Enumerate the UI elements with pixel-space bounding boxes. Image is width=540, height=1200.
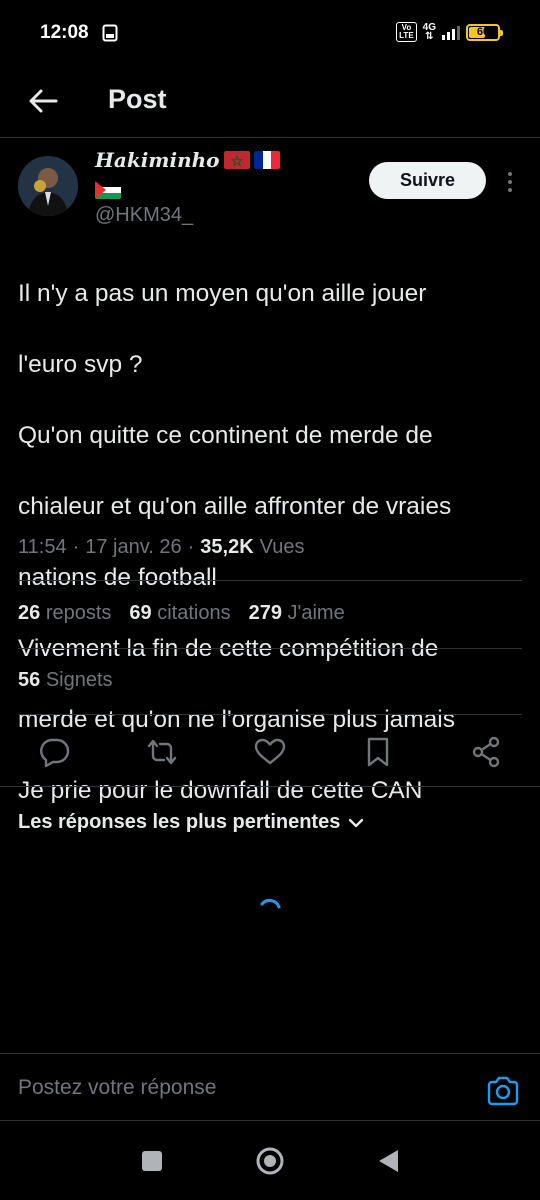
chevron-down-icon	[349, 818, 364, 827]
tweet-line: Il n'y a pas un moyen qu'on aille jouer	[18, 279, 427, 307]
share-icon[interactable]	[469, 736, 503, 768]
volte-icon: Vo LTE	[396, 22, 417, 42]
quotes-label: citations	[157, 602, 231, 624]
system-navigation-bar	[0, 1122, 540, 1200]
back-triangle-icon[interactable]	[374, 1146, 404, 1176]
status-time: 12:08	[40, 22, 89, 43]
battery-icon: 60	[466, 23, 503, 41]
page-title: Post	[108, 84, 167, 114]
follow-button[interactable]: Suivre	[369, 162, 486, 199]
camera-icon[interactable]	[486, 1076, 520, 1106]
engagement-stats: 26 reposts 69 citations 279 J'aime	[18, 602, 345, 625]
recents-square-icon[interactable]	[137, 1146, 167, 1176]
reply-icon[interactable]	[37, 736, 71, 768]
quotes-stat[interactable]: 69 citations	[129, 602, 230, 625]
battery-percent: 60	[476, 26, 490, 38]
reply-composer	[0, 1053, 540, 1121]
reply-input[interactable]	[18, 1068, 458, 1108]
tweet-line: l'euro svp ?	[18, 350, 143, 378]
replies-sort-label: Les réponses les plus pertinentes	[18, 811, 341, 833]
tweet-views-label: Vues	[259, 536, 305, 558]
bookmarks-label: Signets	[45, 669, 113, 691]
more-options-icon[interactable]	[500, 168, 520, 196]
separator-dot: ·	[187, 536, 195, 558]
status-bar: 12:08 Vo LTE 4G ⇅ 60	[0, 0, 540, 66]
likes-stat[interactable]: 279 J'aime	[249, 602, 345, 625]
action-bar	[0, 716, 540, 786]
arrow-left-icon[interactable]	[26, 84, 60, 118]
divider	[18, 714, 522, 715]
signal-icon	[442, 24, 460, 40]
divider	[0, 786, 540, 787]
reposts-count: 26	[18, 602, 41, 624]
network-type-icon: 4G ⇅	[422, 22, 436, 42]
screenshot-notification-icon	[102, 24, 118, 42]
tweet-date: 17 janv. 26	[85, 536, 182, 558]
quotes-count: 69	[129, 602, 152, 624]
repost-icon[interactable]	[145, 736, 179, 768]
bookmark-icon[interactable]	[361, 736, 395, 768]
tweet-time: 11:54	[18, 536, 67, 558]
loading-spinner-icon	[260, 899, 281, 909]
tweet-line: nations de football	[18, 563, 217, 591]
france-flag-icon	[253, 151, 280, 169]
top-app-bar: Post	[0, 66, 540, 138]
divider	[18, 648, 522, 649]
morocco-flag-icon	[223, 151, 250, 169]
avatar[interactable]	[18, 156, 78, 216]
reposts-label: reposts	[45, 602, 112, 624]
tweet-meta: 11:54 · 17 janv. 26 · 35,2K Vues	[18, 536, 305, 559]
tweet-line: Qu'on quitte ce continent de merde de	[18, 421, 433, 449]
bookmarks-stat[interactable]: 56 Signets	[18, 669, 113, 692]
author-handle[interactable]: @HKM34_	[95, 204, 193, 227]
reposts-stat[interactable]: 26 reposts	[18, 602, 111, 625]
tweet-line: chialeur et qu'on aille affronter de vra…	[18, 492, 452, 520]
likes-label: J'aime	[287, 602, 345, 624]
tweet-views-count: 35,2K	[200, 536, 254, 558]
author-display-name[interactable]: Hakiminho	[95, 148, 220, 172]
likes-count: 279	[248, 602, 282, 624]
author-name-row: Hakiminho	[95, 148, 280, 172]
separator-dot: ·	[72, 536, 80, 558]
status-indicators: Vo LTE 4G ⇅ 60	[396, 22, 503, 42]
palestine-flag-icon	[95, 181, 121, 199]
replies-sort-dropdown[interactable]: Les réponses les plus pertinentes	[18, 811, 364, 834]
bookmarks-count: 56	[18, 669, 41, 691]
divider	[18, 580, 522, 581]
like-icon[interactable]	[253, 736, 287, 768]
home-circle-icon[interactable]	[255, 1146, 285, 1176]
